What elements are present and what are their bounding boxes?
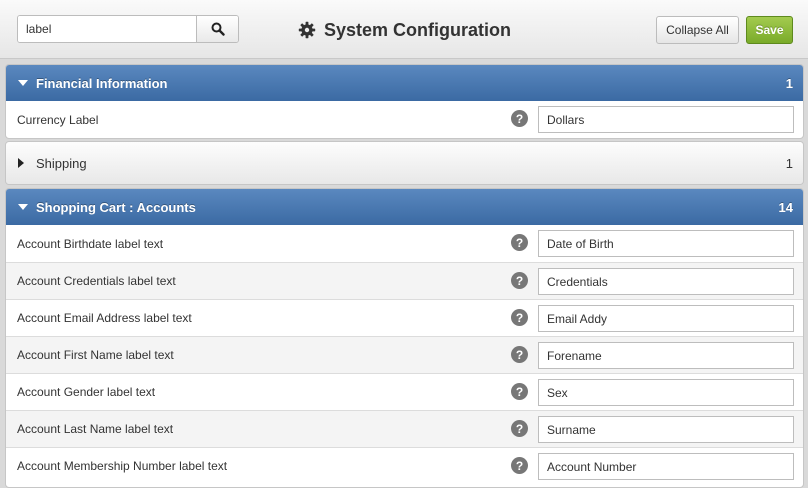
config-value-input[interactable]: [538, 305, 794, 332]
help-icon[interactable]: ?: [511, 309, 528, 326]
config-row: Currency Label ?: [6, 101, 803, 138]
config-row: Account Last Name label text ?: [6, 410, 803, 447]
search-input[interactable]: [18, 16, 198, 42]
help-icon[interactable]: ?: [511, 110, 528, 127]
help-icon[interactable]: ?: [511, 234, 528, 251]
help-icon[interactable]: ?: [511, 383, 528, 400]
panel-shipping: Shipping 1: [5, 141, 804, 185]
gear-icon: [298, 21, 316, 39]
help-icon[interactable]: ?: [511, 346, 528, 363]
panel-count-badge: 1: [785, 155, 793, 171]
config-value-input[interactable]: [538, 379, 794, 406]
search-box: [17, 15, 239, 43]
caret-down-icon: [18, 204, 32, 210]
config-value-input[interactable]: [538, 342, 794, 369]
page-title: System Configuration: [298, 18, 511, 42]
panel-rows: Currency Label ?: [6, 101, 803, 138]
panel-title: Financial Information: [36, 75, 168, 91]
search-button[interactable]: [196, 16, 238, 42]
help-icon[interactable]: ?: [511, 272, 528, 289]
panel-rows: Account Birthdate label text ? Account C…: [6, 225, 803, 484]
config-value-input[interactable]: [538, 453, 794, 480]
config-value-input[interactable]: [538, 268, 794, 295]
caret-down-icon: [18, 80, 32, 86]
panel-financial-information: Financial Information 1 Currency Label ?: [5, 64, 804, 139]
config-value-input[interactable]: [538, 106, 794, 133]
page-title-text: System Configuration: [324, 19, 512, 40]
save-button[interactable]: Save: [746, 16, 793, 44]
config-value-input[interactable]: [538, 230, 794, 257]
panel-title: Shipping: [36, 155, 87, 171]
config-row: Account Gender label text ?: [6, 373, 803, 410]
config-row: Account Membership Number label text ?: [6, 447, 803, 484]
panel-count-badge: 14: [778, 199, 793, 215]
help-icon[interactable]: ?: [511, 457, 528, 474]
panel-shopping-cart-accounts: Shopping Cart : Accounts 14 Account Birt…: [5, 188, 804, 488]
config-row: Account Credentials label text ?: [6, 262, 803, 299]
help-icon[interactable]: ?: [511, 420, 528, 437]
header-bar: System Configuration Collapse All Save: [0, 0, 808, 59]
config-row: Account First Name label text ?: [6, 336, 803, 373]
search-icon: [211, 22, 225, 36]
panel-header-shopping-cart-accounts[interactable]: Shopping Cart : Accounts 14: [6, 189, 803, 225]
panel-header-shipping[interactable]: Shipping 1: [6, 142, 803, 184]
config-value-input[interactable]: [538, 416, 794, 443]
config-row: Account Birthdate label text ?: [6, 225, 803, 262]
panel-header-financial-information[interactable]: Financial Information 1: [6, 65, 803, 101]
collapse-all-button[interactable]: Collapse All: [656, 16, 739, 44]
panel-title: Shopping Cart : Accounts: [36, 199, 196, 215]
config-row: Account Email Address label text ?: [6, 299, 803, 336]
panel-count-badge: 1: [785, 75, 793, 91]
caret-right-icon: [18, 158, 32, 168]
